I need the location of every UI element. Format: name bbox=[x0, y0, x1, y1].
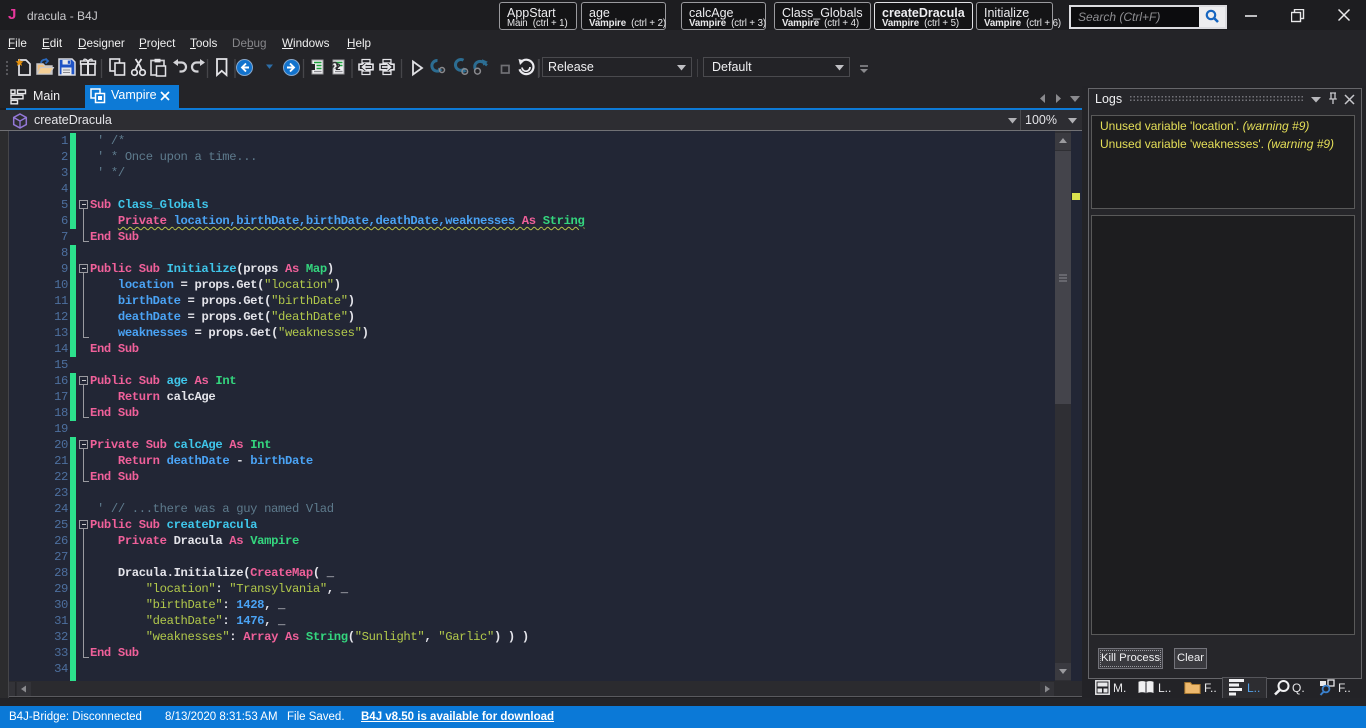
svg-text:2: 2 bbox=[336, 62, 341, 72]
